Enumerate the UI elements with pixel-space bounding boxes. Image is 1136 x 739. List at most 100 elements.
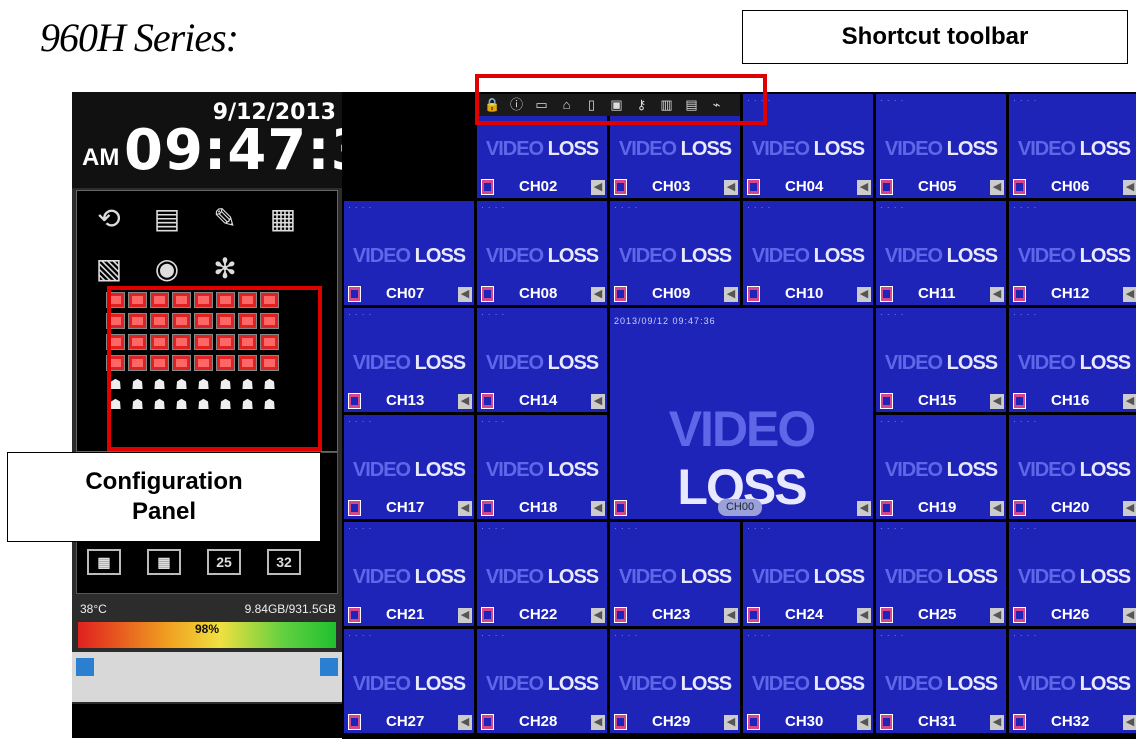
home-icon[interactable]: ⌂ — [559, 97, 574, 112]
channel-status-square[interactable] — [194, 334, 213, 350]
video-tile[interactable]: · · · · VIDEO LOSS CH09 ◀ — [610, 201, 740, 305]
video-tile[interactable]: · · · · VIDEO LOSS CH16 ◀ — [1009, 308, 1136, 412]
channel-status-square[interactable] — [150, 292, 169, 308]
channel-status-square[interactable] — [128, 334, 147, 350]
lock-icon[interactable]: 🔒 — [484, 97, 500, 112]
video-tile[interactable]: · · · · VIDEO LOSS CH25 ◀ — [876, 522, 1006, 626]
camera-status-icon[interactable]: ☗ — [216, 396, 235, 413]
video-tile[interactable]: · · · · VIDEO LOSS CH18 ◀ — [477, 415, 607, 519]
audio-arrow-icon[interactable]: ◀ — [857, 501, 871, 516]
channel-status-square[interactable] — [238, 292, 257, 308]
audio-arrow-icon[interactable]: ◀ — [857, 180, 871, 195]
channel-status-square[interactable] — [106, 292, 125, 308]
audio-arrow-icon[interactable]: ◀ — [990, 287, 1004, 302]
channel-status-square[interactable] — [150, 355, 169, 371]
camera-status-icon[interactable]: ☗ — [172, 376, 191, 393]
camera-status-icon[interactable]: ☗ — [216, 376, 235, 393]
wave-icon[interactable]: ⌁ — [709, 97, 724, 112]
audio-arrow-icon[interactable]: ◀ — [857, 715, 871, 730]
audio-arrow-icon[interactable]: ◀ — [990, 180, 1004, 195]
chat-icon[interactable]: ▭ — [534, 97, 549, 112]
channel-status-square[interactable] — [216, 313, 235, 329]
camera-status-icon[interactable]: ☗ — [238, 396, 257, 413]
video-tile[interactable]: · · · · VIDEO LOSS CH13 ◀ — [344, 308, 474, 412]
channel-status-square[interactable] — [238, 355, 257, 371]
video-tile[interactable]: · · · · VIDEO LOSS CH19 ◀ — [876, 415, 1006, 519]
network-icon[interactable] — [76, 658, 94, 676]
camera-status-icon[interactable]: ☗ — [150, 376, 169, 393]
video-tile[interactable]: · · · · VIDEO LOSS CH20 ◀ — [1009, 415, 1136, 519]
list-icon[interactable]: ▤ — [684, 97, 699, 112]
channel-status-square[interactable] — [216, 355, 235, 371]
layout-25-button[interactable]: 25 — [207, 549, 241, 575]
info-icon[interactable]: ⓘ — [509, 97, 524, 112]
video-tile[interactable]: · · · · VIDEO LOSS CH21 ◀ — [344, 522, 474, 626]
audio-arrow-icon[interactable]: ◀ — [724, 715, 738, 730]
file-icon[interactable]: ▯ — [584, 97, 599, 112]
video-tile[interactable]: · · · · VIDEO LOSS CH11 ◀ — [876, 201, 1006, 305]
video-tile[interactable]: · · · · VIDEO LOSS CH12 ◀ — [1009, 201, 1136, 305]
main-video-tile[interactable]: 2013/09/12 09:47:36 VIDEO LOSS CH00 ◀ — [610, 308, 873, 519]
audio-arrow-icon[interactable]: ◀ — [591, 394, 605, 409]
audio-arrow-icon[interactable]: ◀ — [1123, 287, 1136, 302]
audio-arrow-icon[interactable]: ◀ — [458, 394, 472, 409]
channel-status-square[interactable] — [216, 334, 235, 350]
audio-arrow-icon[interactable]: ◀ — [857, 287, 871, 302]
channel-status-square[interactable] — [238, 334, 257, 350]
audio-arrow-icon[interactable]: ◀ — [724, 608, 738, 623]
settings-hand-icon[interactable]: ✎ — [207, 201, 243, 237]
video-tile[interactable]: · · · · VIDEO LOSS CH30 ◀ — [743, 629, 873, 733]
video-tile[interactable]: · · · · VIDEO LOSS CH31 ◀ — [876, 629, 1006, 733]
camera-status-icon[interactable]: ☗ — [106, 396, 125, 413]
audio-arrow-icon[interactable]: ◀ — [857, 608, 871, 623]
channel-status-square[interactable] — [150, 334, 169, 350]
video-tile[interactable]: · · · · VIDEO LOSS CH28 ◀ — [477, 629, 607, 733]
layout-32-button[interactable]: 32 — [267, 549, 301, 575]
camera-status-icon[interactable]: ☗ — [260, 396, 279, 413]
camera-status-icon[interactable]: ☗ — [194, 376, 213, 393]
video-tile[interactable]: · · · · VIDEO LOSS CH22 ◀ — [477, 522, 607, 626]
video-tile[interactable]: · · · · VIDEO LOSS CH07 ◀ — [344, 201, 474, 305]
channel-status-square[interactable] — [216, 292, 235, 308]
video-tile[interactable]: · · · · VIDEO LOSS CH06 ◀ — [1009, 94, 1136, 198]
channel-status-square[interactable] — [238, 313, 257, 329]
channel-status-square[interactable] — [128, 313, 147, 329]
layout-20-icon[interactable]: ▦ — [147, 549, 181, 575]
audio-arrow-icon[interactable]: ◀ — [1123, 501, 1136, 516]
channel-status-square[interactable] — [106, 355, 125, 371]
audio-arrow-icon[interactable]: ◀ — [458, 608, 472, 623]
audio-arrow-icon[interactable]: ◀ — [591, 715, 605, 730]
audio-arrow-icon[interactable]: ◀ — [591, 287, 605, 302]
video-tile[interactable]: · · · · VIDEO LOSS CH27 ◀ — [344, 629, 474, 733]
layout-16-icon[interactable]: ▦ — [87, 549, 121, 575]
video-tile[interactable]: · · · · VIDEO LOSS CH08 ◀ — [477, 201, 607, 305]
channel-status-square[interactable] — [194, 313, 213, 329]
video-tile[interactable]: · · · · VIDEO LOSS CH26 ◀ — [1009, 522, 1136, 626]
channel-status-square[interactable] — [172, 313, 191, 329]
audio-arrow-icon[interactable]: ◀ — [591, 608, 605, 623]
channel-status-square[interactable] — [260, 355, 279, 371]
user-icon[interactable] — [320, 658, 338, 676]
channel-status-square[interactable] — [150, 313, 169, 329]
audio-arrow-icon[interactable]: ◀ — [1123, 715, 1136, 730]
camera-status-icon[interactable]: ☗ — [260, 376, 279, 393]
audio-arrow-icon[interactable]: ◀ — [458, 715, 472, 730]
camera-status-icon[interactable]: ☗ — [128, 396, 147, 413]
audio-arrow-icon[interactable]: ◀ — [990, 608, 1004, 623]
camera-status-icon[interactable]: ☗ — [194, 396, 213, 413]
audio-arrow-icon[interactable]: ◀ — [1123, 394, 1136, 409]
audio-arrow-icon[interactable]: ◀ — [724, 180, 738, 195]
video-tile[interactable]: · · · · VIDEO LOSS CH29 ◀ — [610, 629, 740, 733]
video-tile[interactable]: · · · · VIDEO LOSS CH15 ◀ — [876, 308, 1006, 412]
channel-status-square[interactable] — [194, 292, 213, 308]
channel-status-square[interactable] — [260, 334, 279, 350]
channel-status-square[interactable] — [260, 313, 279, 329]
file-transfer-icon[interactable]: ▤ — [149, 201, 185, 237]
audio-arrow-icon[interactable]: ◀ — [1123, 608, 1136, 623]
playback-icon[interactable]: ▣ — [609, 97, 624, 112]
audio-arrow-icon[interactable]: ◀ — [724, 287, 738, 302]
channel-status-square[interactable] — [260, 292, 279, 308]
chart-icon[interactable]: ▥ — [659, 97, 674, 112]
channel-status-square[interactable] — [106, 334, 125, 350]
audio-arrow-icon[interactable]: ◀ — [1123, 180, 1136, 195]
